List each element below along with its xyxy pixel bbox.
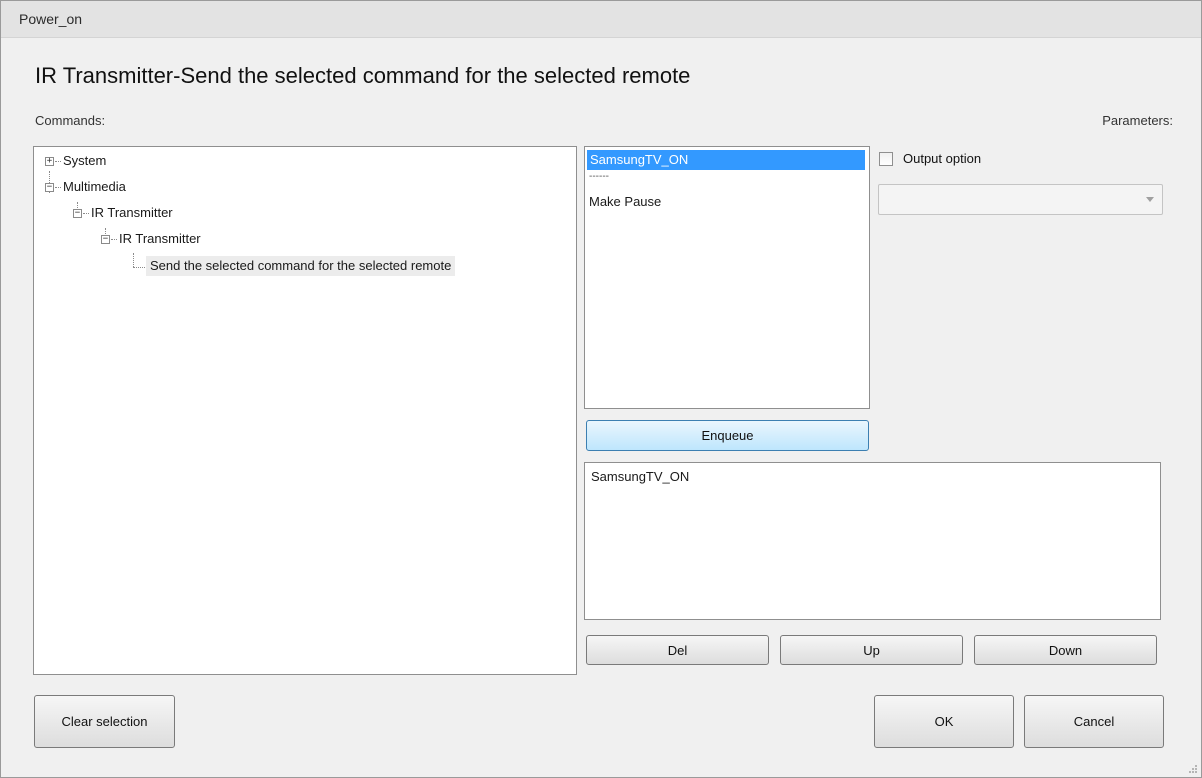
tree-node-label: Send the selected command for the select… <box>150 258 452 273</box>
tree-connector-line <box>133 267 145 268</box>
del-button[interactable]: Del <box>586 635 769 665</box>
minus-box-icon[interactable]: − <box>101 235 110 244</box>
title-bar: Power_on <box>1 1 1201 38</box>
tree-connector-line <box>83 213 89 214</box>
ok-button[interactable]: OK <box>874 695 1014 748</box>
list-item[interactable]: SamsungTV_ON <box>587 150 865 170</box>
plus-box-icon[interactable]: + <box>45 157 54 166</box>
down-button[interactable]: Down <box>974 635 1157 665</box>
output-option-label: Output option <box>903 151 982 166</box>
chevron-down-icon[interactable] <box>1146 197 1154 202</box>
minus-box-icon[interactable]: − <box>45 183 54 192</box>
dialog-window: Power_on IR Transmitter-Send the selecte… <box>0 0 1202 778</box>
up-button[interactable]: Up <box>780 635 963 665</box>
tree-connector-line <box>55 187 61 188</box>
queue-item[interactable]: SamsungTV_ON <box>591 469 689 484</box>
tree-node-send-command[interactable]: Send the selected command for the select… <box>146 256 456 276</box>
tree-node-label: Multimedia <box>63 179 126 194</box>
clear-selection-button[interactable]: Clear selection <box>34 695 175 748</box>
list-item[interactable]: ------ <box>589 170 609 184</box>
enqueue-button[interactable]: Enqueue <box>586 420 869 451</box>
cancel-button[interactable]: Cancel <box>1024 695 1164 748</box>
tree-connector-line <box>133 253 134 267</box>
commands-tree[interactable]: + System − Multimedia − IR Transmitter −… <box>33 146 577 675</box>
window-title: Power_on <box>19 11 83 27</box>
command-list[interactable]: SamsungTV_ON ------ Make Pause <box>584 146 870 409</box>
tree-node-system[interactable]: System <box>63 151 106 171</box>
page-title: IR Transmitter-Send the selected command… <box>35 63 691 88</box>
tree-node-ir-transmitter[interactable]: IR Transmitter <box>91 203 173 223</box>
output-option-dropdown[interactable] <box>878 184 1163 215</box>
tree-node-ir-transmitter-sub[interactable]: IR Transmitter <box>119 229 201 249</box>
tree-connector-line <box>55 161 61 162</box>
tree-node-multimedia[interactable]: Multimedia <box>63 177 126 197</box>
output-option-checkbox[interactable] <box>879 152 893 166</box>
tree-connector-line <box>111 239 117 240</box>
commands-label: Commands: <box>35 113 106 128</box>
queue-list[interactable]: SamsungTV_ON <box>584 462 1161 620</box>
tree-node-label: System <box>63 153 107 168</box>
resize-grip-icon[interactable] <box>1187 763 1197 773</box>
tree-node-label: IR Transmitter <box>91 205 173 220</box>
parameters-label: Parameters: <box>1102 113 1173 128</box>
minus-box-icon[interactable]: − <box>73 209 82 218</box>
list-item[interactable]: Make Pause <box>589 192 661 212</box>
tree-node-label: IR Transmitter <box>119 231 201 246</box>
